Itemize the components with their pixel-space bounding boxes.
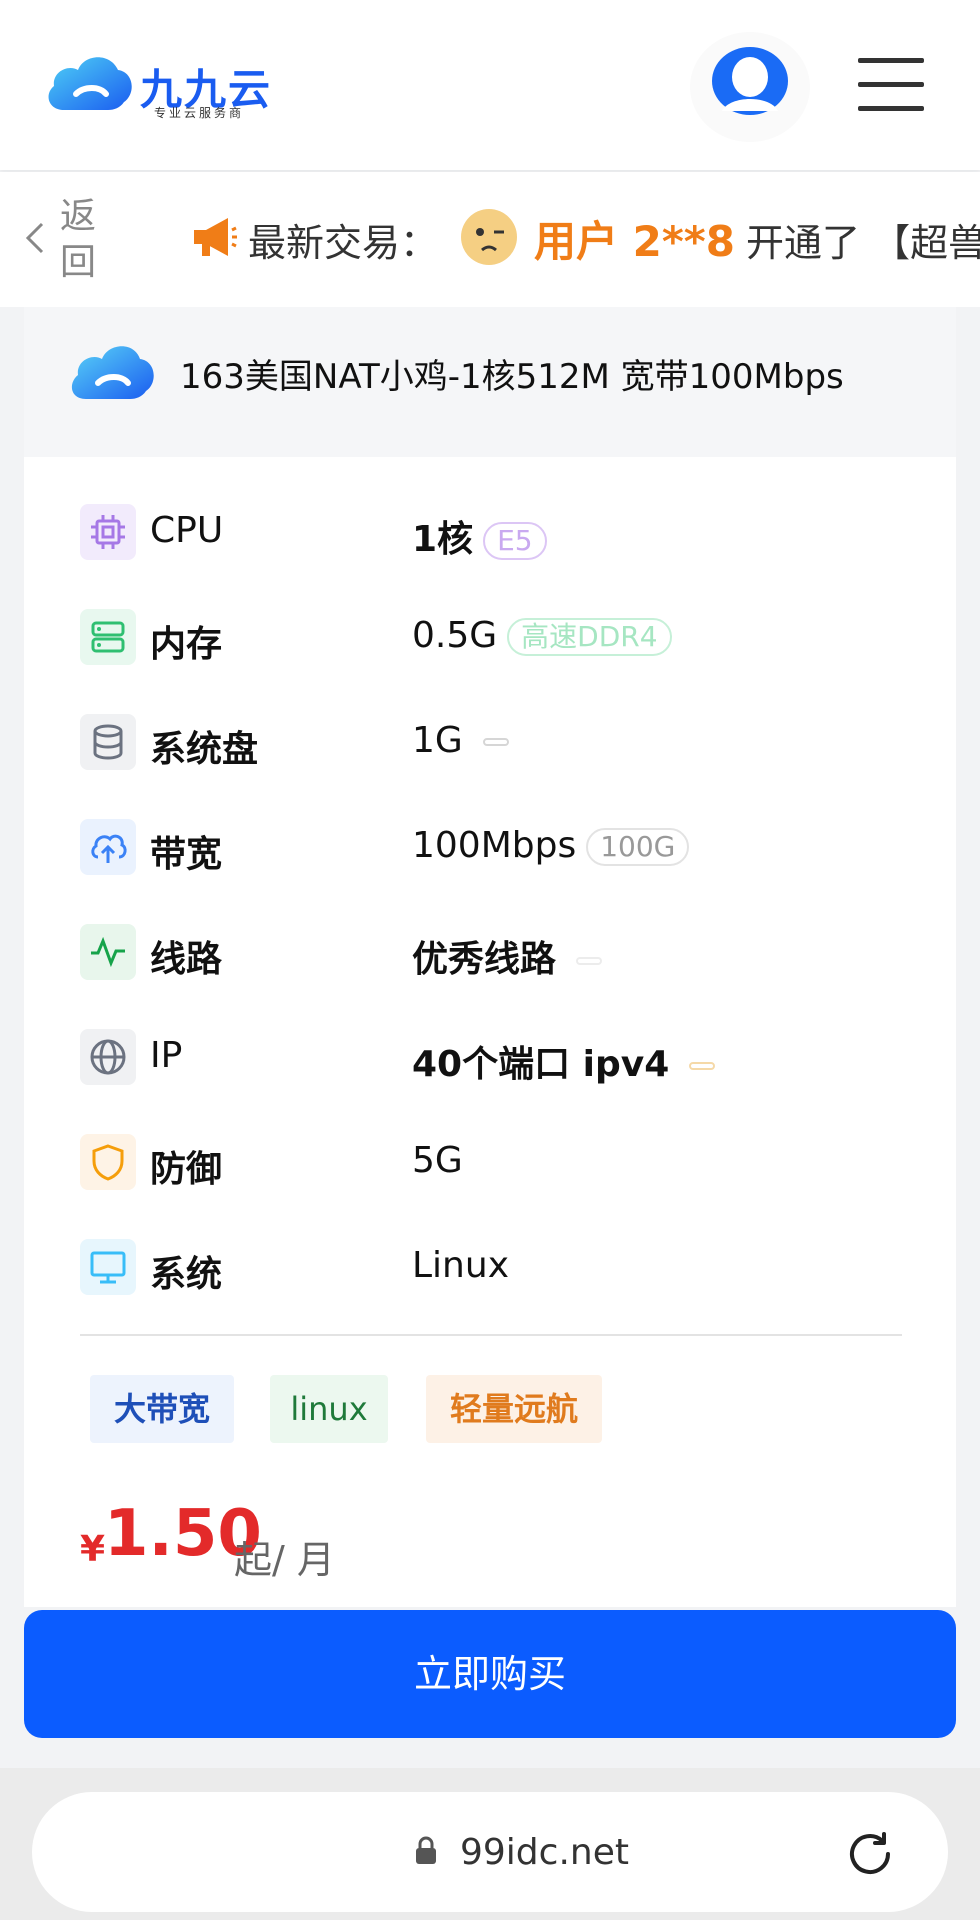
cloud-icon xyxy=(71,346,154,399)
spec-row-defense: 防御 5G xyxy=(80,1132,920,1192)
spec-value: Linux xyxy=(412,1245,509,1286)
spec-value: 1G xyxy=(412,720,509,761)
spec-label: 防御 xyxy=(150,1149,223,1190)
site-header: 九九云 专业云服务商 xyxy=(0,0,980,170)
address-bar[interactable]: 99idc.net xyxy=(32,1792,948,1912)
back-button[interactable]: 返回 xyxy=(60,194,100,286)
memory-icon xyxy=(80,609,136,665)
spec-label: 线路 xyxy=(150,939,223,980)
tag-big-bandwidth: 大带宽 xyxy=(90,1375,234,1443)
divider xyxy=(80,1334,902,1336)
globe-icon xyxy=(80,1029,136,1085)
browser-toolbar: 99idc.net xyxy=(0,1768,980,1920)
buy-now-button[interactable]: 立即购买 xyxy=(24,1610,956,1738)
spec-badge: E5 xyxy=(483,522,547,560)
upload-cloud-icon xyxy=(80,819,136,875)
lock-icon xyxy=(416,1836,436,1864)
spec-row-memory: 内存 0.5G 高速DDR4 xyxy=(80,607,920,667)
logo-subtitle: 专业云服务商 xyxy=(154,106,245,120)
face-emoji-icon xyxy=(461,209,517,265)
shield-icon xyxy=(80,1134,136,1190)
spec-label: 系统盘 xyxy=(150,729,259,770)
spec-label: 内存 xyxy=(150,624,223,665)
spec-label: 带宽 xyxy=(150,834,223,875)
megaphone-icon xyxy=(194,218,237,256)
spec-empty-badge xyxy=(689,1062,716,1070)
hamburger-menu-icon[interactable] xyxy=(858,58,924,111)
spec-empty-badge xyxy=(482,738,509,746)
cloud-logo-icon xyxy=(48,57,132,110)
product-title: 163美国NAT小鸡-1核512M 宽带100Mbps xyxy=(180,357,844,397)
product-card: 163美国NAT小鸡-1核512M 宽带100Mbps CPU 1核 E5 内存 … xyxy=(24,307,956,1607)
price-currency: ¥ xyxy=(80,1529,106,1570)
spec-value: 40个端口 ipv4 xyxy=(412,1035,716,1087)
cpu-icon xyxy=(80,504,136,560)
product-card-header: 163美国NAT小鸡-1核512M 宽带100Mbps xyxy=(24,307,956,457)
tag-linux: linux xyxy=(270,1375,388,1443)
spec-row-cpu: CPU 1核 E5 xyxy=(80,502,920,562)
spec-row-ip: IP 40个端口 ipv4 xyxy=(80,1027,920,1087)
tag-lightweight: 轻量远航 xyxy=(426,1375,602,1443)
spec-row-disk: 系统盘 1G xyxy=(80,712,920,772)
reload-icon[interactable] xyxy=(844,1828,896,1880)
spec-row-os: 系统 Linux xyxy=(80,1237,920,1297)
activity-icon xyxy=(80,924,136,980)
spec-row-bandwidth: 带宽 100Mbps 100G xyxy=(80,817,920,877)
spec-value: 5G xyxy=(412,1140,463,1181)
spec-label: CPU xyxy=(150,510,224,551)
spec-label: IP xyxy=(150,1035,183,1076)
spec-label: 系统 xyxy=(150,1254,223,1295)
ticker-user: 用户 2**8 xyxy=(534,217,735,266)
spec-empty-badge xyxy=(576,957,603,965)
latest-trades-ticker: 返回 最新交易： 用户 2**8 开通了 【超兽 xyxy=(0,172,980,307)
monitor-icon xyxy=(80,1239,136,1295)
spec-value: 1核 E5 xyxy=(412,510,547,562)
user-avatar-icon[interactable] xyxy=(710,45,790,117)
spec-value: 0.5G 高速DDR4 xyxy=(412,615,672,656)
ticker-action: 开通了 【超兽 xyxy=(746,221,980,265)
chevron-left-icon[interactable] xyxy=(24,220,46,256)
ticker-label: 最新交易： xyxy=(248,221,439,265)
price-unit: 起/ 月 xyxy=(234,1538,335,1582)
spec-value: 100Mbps 100G xyxy=(412,825,690,866)
url-text: 99idc.net xyxy=(460,1832,629,1873)
spec-row-line: 线路 优秀线路 xyxy=(80,922,920,982)
spec-badge: 100G xyxy=(586,828,690,866)
disk-icon xyxy=(80,714,136,770)
spec-value: 优秀线路 xyxy=(412,930,603,982)
spec-badge: 高速DDR4 xyxy=(507,618,672,656)
